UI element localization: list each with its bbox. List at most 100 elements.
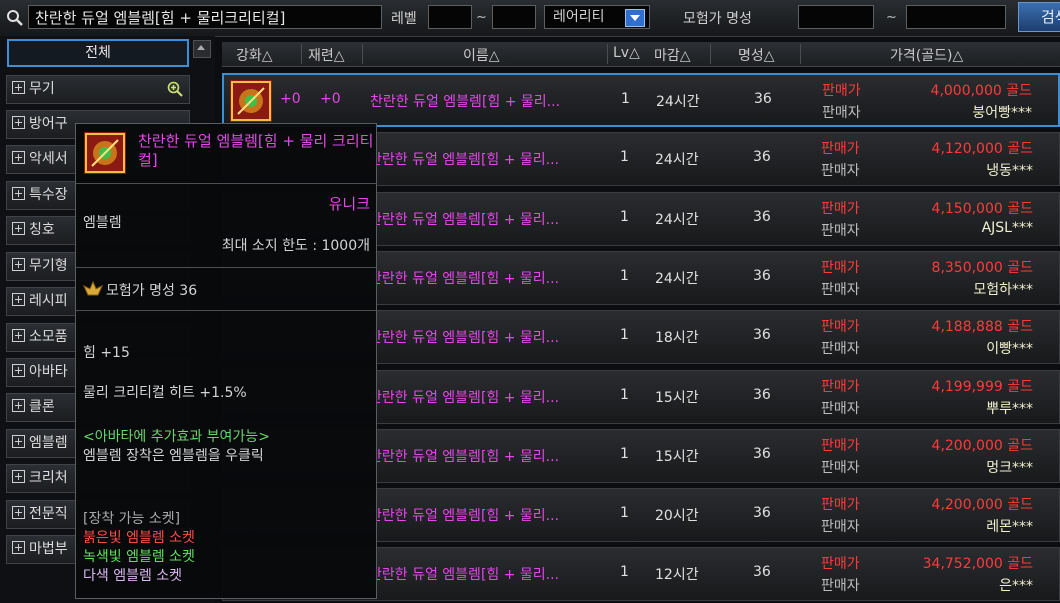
level-label: 레벨: [391, 11, 417, 27]
seller-label: 판매자: [821, 519, 860, 536]
item-name: 찬란한 듀얼 엠블렘[힘 + 물리...: [370, 94, 561, 110]
listing-row[interactable]: +0 +0 찬란한 듀얼 엠블렘[힘 + 물리... 1 24시간 36 판매가 판매자 4,0…: [222, 73, 1060, 127]
sell-price-label: 판매가: [821, 200, 860, 217]
item-name: 찬란한 듀얼 엠블렘[힘 + 물리...: [369, 389, 560, 406]
item-time: 15시간: [655, 448, 699, 465]
item-time: 24시간: [655, 211, 699, 228]
col-fame[interactable]: 명성△: [738, 45, 775, 65]
tooltip-rarity: 유니크: [328, 195, 370, 213]
seller-name: 레몬***: [986, 519, 1033, 536]
tooltip-stat-crit: 물리 크리티컬 히트 +1.5%: [83, 385, 247, 401]
item-level: 1: [621, 91, 630, 107]
fame-max-input[interactable]: [906, 5, 1006, 29]
item-name: 찬란한 듀얼 엠블렘[힘 + 물리...: [369, 508, 560, 525]
item-level: 1: [620, 327, 629, 344]
tooltip-avatar-note: <아바타에 추가효과 부여가능>: [83, 429, 270, 445]
item-price: 4,188,888 골드: [931, 319, 1033, 336]
seller-label: 판매자: [821, 459, 860, 476]
col-level[interactable]: Lv△: [613, 45, 640, 61]
level-max-input[interactable]: [492, 5, 536, 29]
fame-min-input[interactable]: [798, 5, 874, 29]
item-fame: 36: [753, 267, 771, 284]
category-all[interactable]: 전체: [7, 39, 189, 67]
item-time: 12시간: [655, 567, 699, 584]
item-fame: 36: [754, 91, 772, 107]
emblem-icon: [84, 132, 126, 174]
item-level: 1: [620, 445, 629, 462]
expand-icon[interactable]: [12, 116, 25, 129]
item-price: 4,200,000 골드: [931, 437, 1033, 454]
dropdown-icon[interactable]: [625, 9, 645, 27]
item-price: 4,199,999 골드: [931, 378, 1033, 395]
expand-icon[interactable]: [12, 329, 25, 342]
item-time: 24시간: [655, 152, 699, 169]
col-enhance[interactable]: 강화△: [236, 45, 273, 65]
sell-price-label: 판매가: [821, 319, 860, 336]
category-label: 악세서: [29, 151, 68, 167]
category-weapon[interactable]: 무기: [6, 75, 190, 104]
item-fame: 36: [753, 445, 771, 462]
seller-name: 뿌루***: [986, 400, 1033, 417]
item-price: 8,350,000 골드: [931, 259, 1033, 276]
search-icon[interactable]: [6, 9, 24, 27]
item-price: 4,200,000 골드: [931, 497, 1033, 514]
seller-label: 판매자: [822, 105, 861, 121]
seller-name: 멍크***: [986, 459, 1033, 476]
seller-label: 판매자: [821, 578, 860, 595]
item-tooltip: 찬란한 듀얼 엠블렘[힘 + 물리 크리티컬] 유니크 엠블렘 최대 소지 한도…: [75, 123, 377, 599]
sell-price-label: 판매가: [821, 378, 860, 395]
expand-icon[interactable]: [12, 541, 25, 554]
seller-label: 판매자: [821, 400, 860, 417]
search-input[interactable]: 찬란한 듀얼 엠블렘[힘 + 물리크리티컬]: [28, 5, 382, 29]
tooltip-socket-multi: 다색 엠블렘 소켓: [83, 568, 183, 584]
search-bar: 찬란한 듀얼 엠블렘[힘 + 물리크리티컬] 레벨 ~ 레어리티 모험가 명성 …: [0, 0, 1060, 37]
list-header: 강화△ 재련△ 이름△ Lv△ 마감△ 명성△ 가격(골드)△: [222, 42, 1060, 67]
sell-price-label: 판매가: [822, 83, 861, 99]
col-deadline[interactable]: 마감△: [654, 45, 691, 65]
category-label: 무기: [29, 81, 55, 97]
col-name[interactable]: 이름△: [463, 45, 500, 65]
search-button[interactable]: 검색: [1018, 2, 1060, 32]
expand-icon[interactable]: [12, 470, 25, 483]
expand-icon[interactable]: [12, 364, 25, 377]
tooltip-socket-header: [장착 가능 소켓]: [83, 511, 181, 527]
zoom-icon[interactable]: [167, 81, 183, 97]
item-price: 4,000,000 골드: [930, 83, 1032, 99]
category-label: 엠블렘: [29, 435, 68, 451]
item-name: 찬란한 듀얼 엠블렘[힘 + 물리...: [369, 448, 560, 465]
item-level: 1: [620, 386, 629, 403]
item-name: 찬란한 듀얼 엠블렘[힘 + 물리...: [369, 330, 560, 347]
item-fame: 36: [753, 564, 771, 581]
expand-icon[interactable]: [12, 293, 25, 306]
expand-icon[interactable]: [12, 151, 25, 164]
tooltip-fame: 모험가 명성 36: [106, 283, 198, 299]
item-level: 1: [620, 267, 629, 284]
seller-name: 은***: [999, 578, 1033, 595]
expand-icon[interactable]: [12, 258, 25, 271]
col-price[interactable]: 가격(골드)△: [890, 45, 963, 65]
expand-icon[interactable]: [12, 506, 25, 519]
item-name: 찬란한 듀얼 엠블렘[힘 + 물리...: [369, 567, 560, 584]
item-price: 4,150,000 골드: [931, 200, 1033, 217]
level-min-input[interactable]: [428, 5, 472, 29]
item-fame: 36: [753, 386, 771, 403]
category-label: 아바타: [29, 364, 68, 380]
item-time: 18시간: [655, 330, 699, 347]
col-refine[interactable]: 재련△: [308, 45, 345, 65]
expand-icon[interactable]: [12, 222, 25, 235]
expand-icon[interactable]: [12, 81, 25, 94]
item-price: 34,752,000 골드: [922, 556, 1033, 573]
sell-price-label: 판매가: [821, 259, 860, 276]
expand-icon[interactable]: [12, 187, 25, 200]
expand-icon[interactable]: [12, 399, 25, 412]
expand-icon[interactable]: [12, 435, 25, 448]
seller-label: 판매자: [821, 341, 860, 358]
category-label: 레시피: [29, 293, 68, 309]
category-label: 무기형: [29, 258, 68, 274]
item-time: 24시간: [656, 94, 700, 110]
scroll-up-button[interactable]: [193, 40, 211, 58]
rarity-select[interactable]: 레어리티: [544, 5, 650, 29]
seller-label: 판매자: [821, 163, 860, 180]
item-level: 1: [620, 208, 629, 225]
item-name: 찬란한 듀얼 엠블렘[힘 + 물리...: [369, 270, 560, 287]
